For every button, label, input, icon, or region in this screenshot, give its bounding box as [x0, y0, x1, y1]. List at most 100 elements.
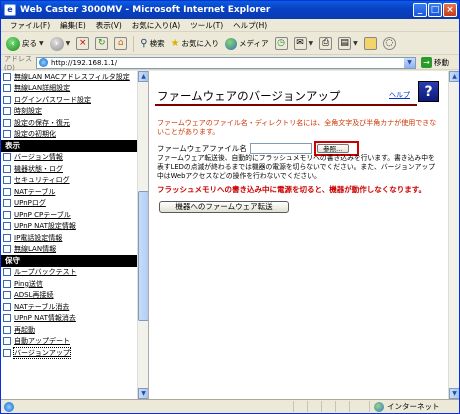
- menu-bullet-icon: [3, 337, 11, 346]
- filename-warning: ファームウェアのファイル名・ディレクトリ名には、全角文字及び半角カナが使用できな…: [157, 119, 437, 136]
- sidebar-item[interactable]: 無線LAN情報: [1, 244, 137, 256]
- close-button[interactable]: ×: [443, 3, 457, 17]
- edit-button[interactable]: ▤ ▼: [336, 35, 360, 53]
- status-cell: [307, 401, 321, 412]
- firmware-file-input[interactable]: [249, 143, 312, 154]
- sidebar-section-maintenance: 保守: [1, 255, 137, 267]
- scroll-down-icon[interactable]: ▼: [138, 388, 148, 399]
- page-icon: [39, 58, 48, 67]
- edit-icon: ▤: [338, 37, 352, 50]
- sidebar-item[interactable]: 設定の保存・復元: [1, 117, 137, 129]
- content-scrollbar[interactable]: ▲ ▼: [448, 71, 459, 399]
- forward-button[interactable]: › ▼: [48, 35, 73, 53]
- menu-bullet-icon: [3, 291, 11, 300]
- back-button[interactable]: ‹ 戻る ▼: [4, 35, 46, 53]
- sidebar-item[interactable]: 設定の初期化: [1, 129, 137, 141]
- chevron-down-icon: ▼: [39, 40, 44, 47]
- sidebar-item[interactable]: 再起動: [1, 324, 137, 336]
- sidebar-item[interactable]: 機器状態・ログ: [1, 163, 137, 175]
- stop-icon: ×: [76, 37, 90, 50]
- folder-icon: [363, 37, 377, 50]
- sidebar-item[interactable]: IP電話設定情報: [1, 232, 137, 244]
- sidebar-item[interactable]: UPnPログ: [1, 198, 137, 210]
- help-link[interactable]: ヘルプ: [389, 90, 410, 100]
- sidebar-item[interactable]: UPnP CPテーブル: [1, 209, 137, 221]
- menu-bullet-icon: [3, 153, 11, 162]
- sidebar-item[interactable]: 自動アップデート: [1, 336, 137, 348]
- sidebar-item[interactable]: NATテーブル: [1, 186, 137, 198]
- home-button[interactable]: ⌂: [112, 35, 129, 53]
- menu-help[interactable]: ヘルプ(H): [228, 20, 272, 31]
- refresh-button[interactable]: ↻: [93, 35, 110, 53]
- scroll-down-icon[interactable]: ▼: [449, 388, 459, 399]
- address-label: アドレス(D): [4, 54, 32, 72]
- sidebar-item[interactable]: NATテーブル消去: [1, 301, 137, 313]
- mail-icon: ✉: [293, 37, 307, 50]
- power-warning: フラッシュメモリへの書き込み中に電源を切ると、機器が動作しなくなります。: [157, 185, 426, 194]
- sidebar-item[interactable]: バージョン情報: [1, 152, 137, 164]
- menu-bullet-icon: [3, 72, 11, 81]
- print-button[interactable]: ⎙: [317, 35, 334, 53]
- chevron-down-icon[interactable]: ▼: [404, 57, 415, 68]
- search-label: 検索: [149, 39, 165, 48]
- menu-edit[interactable]: 編集(E): [55, 20, 91, 31]
- scroll-up-icon[interactable]: ▲: [449, 71, 459, 82]
- menu-tools[interactable]: ツール(T): [185, 20, 228, 31]
- firmware-transfer-button[interactable]: 機器へのファームウェア転送: [159, 201, 289, 213]
- menu-bullet-icon: [3, 222, 11, 231]
- menu-bullet-icon: [3, 199, 11, 208]
- back-label: 戻る: [22, 39, 37, 48]
- messenger-button[interactable]: ◌: [381, 35, 398, 53]
- sidebar-item[interactable]: Ping送信: [1, 278, 137, 290]
- menu-bullet-icon: [3, 130, 11, 139]
- messenger-icon: ◌: [382, 37, 396, 50]
- chevron-down-icon: ▼: [353, 40, 358, 47]
- mail-button[interactable]: ✉ ▼: [292, 35, 316, 53]
- menu-bullet-icon: [3, 233, 11, 242]
- sidebar-item[interactable]: セキュリティログ: [1, 175, 137, 187]
- internet-zone-icon: [374, 401, 384, 412]
- browse-button[interactable]: 参照...: [316, 144, 349, 153]
- maximize-button[interactable]: □: [428, 3, 442, 17]
- address-input[interactable]: http://192.168.1.1/ ▼: [36, 56, 416, 69]
- sidebar-item[interactable]: 無線LAN MACアドレスフィルタ設定: [1, 71, 137, 83]
- sidebar-item[interactable]: 時刻設定: [1, 106, 137, 118]
- scrollbar-thumb[interactable]: [138, 191, 148, 321]
- menu-bullet-icon: [3, 187, 11, 196]
- menu-bullet-icon: [3, 268, 11, 277]
- sidebar-item[interactable]: ADSL再接続: [1, 290, 137, 302]
- forward-arrow-icon: ›: [49, 36, 64, 51]
- menu-view[interactable]: 表示(V): [91, 20, 127, 31]
- address-bar: アドレス(D) http://192.168.1.1/ ▼ → 移動: [1, 54, 459, 72]
- favorites-button[interactable]: ★ お気に入り: [169, 35, 221, 53]
- sidebar-item-current[interactable]: バージョンアップ: [1, 346, 137, 359]
- history-button[interactable]: ◷: [273, 35, 290, 53]
- menu-file[interactable]: ファイル(F): [5, 20, 55, 31]
- search-icon: ⚲: [140, 38, 148, 49]
- sidebar-frame: 無線LAN MACアドレスフィルタ設定 無線LAN詳細設定 ログインパスワード設…: [1, 71, 149, 399]
- minimize-button[interactable]: _: [413, 3, 427, 17]
- window-title: Web Caster 3000MV - Microsoft Internet E…: [20, 5, 271, 15]
- zone-label: インターネット: [387, 402, 440, 411]
- sidebar-item[interactable]: ループバックテスト: [1, 267, 137, 279]
- menu-bar: ファイル(F) 編集(E) 表示(V) お気に入り(A) ツール(T) ヘルプ(…: [1, 19, 459, 32]
- go-button[interactable]: → 移動: [421, 57, 449, 68]
- question-icon[interactable]: ?: [418, 81, 439, 102]
- menu-favorites[interactable]: お気に入り(A): [127, 20, 185, 31]
- browser-window: e Web Caster 3000MV - Microsoft Internet…: [0, 0, 460, 414]
- stop-button[interactable]: ×: [74, 35, 91, 53]
- print-icon: ⎙: [319, 37, 333, 50]
- sidebar-item[interactable]: ログインパスワード設定: [1, 94, 137, 106]
- folder-button[interactable]: [362, 35, 379, 53]
- scroll-up-icon[interactable]: ▲: [138, 71, 148, 82]
- sidebar-scrollbar[interactable]: ▲ ▼: [137, 71, 148, 399]
- file-label: ファームウェアファイル名: [157, 144, 247, 153]
- search-button[interactable]: ⚲ 検索: [138, 35, 166, 53]
- home-icon: ⌂: [114, 37, 128, 50]
- media-button[interactable]: メディア: [223, 35, 270, 53]
- security-zone: インターネット: [369, 401, 440, 412]
- sidebar-item[interactable]: UPnP NAT設定情報: [1, 221, 137, 233]
- go-arrow-icon: →: [421, 57, 432, 68]
- sidebar-item[interactable]: UPnP NAT情報消去: [1, 313, 137, 325]
- sidebar-item[interactable]: 無線LAN詳細設定: [1, 83, 137, 95]
